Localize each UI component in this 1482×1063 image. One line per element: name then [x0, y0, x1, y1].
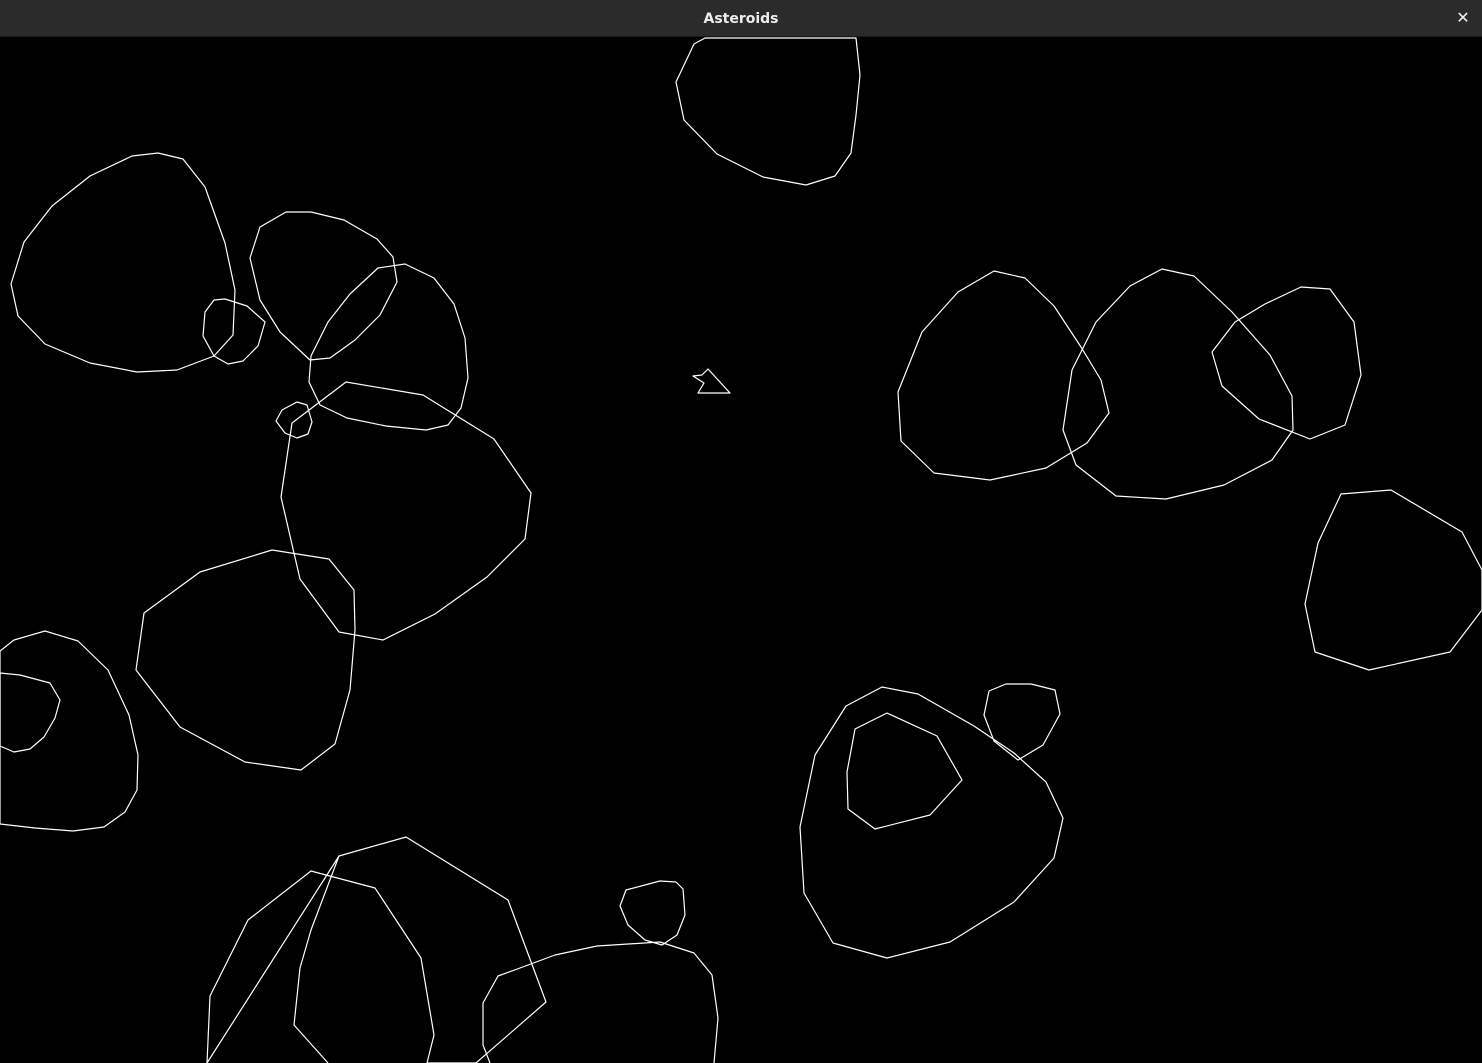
asteroid: [308, 263, 469, 431]
asteroid: [1062, 268, 1294, 500]
game-canvas[interactable]: [0, 37, 1482, 1063]
ship-icon: [692, 368, 731, 394]
asteroid: [675, 37, 861, 186]
asteroid: [10, 152, 236, 373]
asteroid: [897, 270, 1110, 481]
asteroid: [280, 381, 532, 641]
asteroid: [799, 686, 1064, 959]
game-window: Asteroids ✕: [0, 0, 1482, 1063]
asteroid: [1211, 286, 1362, 440]
asteroid: [135, 549, 356, 771]
title-bar[interactable]: Asteroids ✕: [0, 0, 1482, 37]
close-icon[interactable]: ✕: [1452, 7, 1474, 29]
asteroid: [983, 683, 1061, 761]
asteroid: [275, 401, 313, 439]
asteroid: [206, 836, 547, 1063]
asteroid: [293, 855, 340, 1063]
asteroid: [619, 880, 686, 946]
window-title: Asteroids: [703, 11, 779, 27]
asteroid: [0, 630, 139, 832]
asteroid: [0, 672, 61, 753]
asteroid: [249, 211, 398, 361]
asteroid: [846, 712, 963, 830]
asteroid: [482, 941, 719, 1063]
asteroid: [1304, 489, 1482, 671]
